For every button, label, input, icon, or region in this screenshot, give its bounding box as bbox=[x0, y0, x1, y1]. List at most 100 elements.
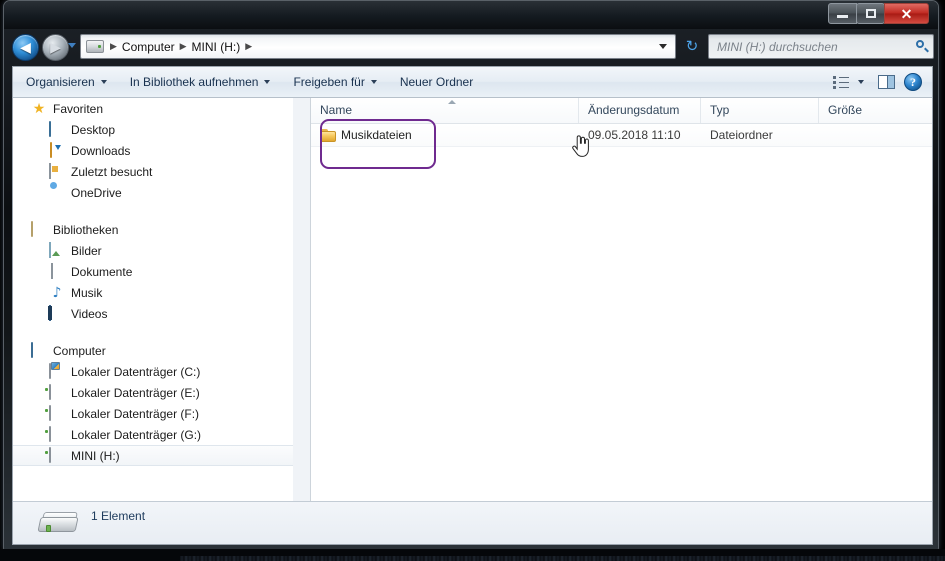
column-header-groesse[interactable]: Größe bbox=[819, 98, 929, 123]
toolbar-label: Neuer Ordner bbox=[399, 75, 474, 89]
folder-icon bbox=[320, 128, 336, 142]
client-area: Organisieren In Bibliothek aufnehmen Fre… bbox=[12, 66, 933, 545]
table-row[interactable]: Musikdateien 09.05.2018 11:10 Dateiordne… bbox=[311, 124, 932, 147]
minimize-icon bbox=[837, 15, 848, 18]
sidebar-item-drive-g[interactable]: Lokaler Datenträger (G:) bbox=[13, 424, 293, 445]
sort-ascending-icon bbox=[448, 100, 456, 104]
sidebar-item-label: Lokaler Datenträger (C:) bbox=[71, 364, 201, 379]
toolbar-item-in-bibliothek-aufnehmen[interactable]: In Bibliothek aufnehmen bbox=[120, 69, 281, 95]
sidebar-item-mini-h[interactable]: MINI (H:) bbox=[13, 445, 293, 466]
sidebar-group-label: Favoriten bbox=[53, 101, 104, 116]
chevron-down-icon bbox=[264, 80, 271, 84]
status-item-count: 1 Element bbox=[91, 508, 146, 523]
sidebar-group-favoriten[interactable]: ★ Favoriten bbox=[13, 98, 293, 119]
drive-icon bbox=[86, 40, 104, 53]
explorer-window: ✕ ◀ ▶ ▶ Computer ▶ MINI (H:) ▶ ↻ MINI (H… bbox=[3, 0, 939, 552]
music-icon: ♪ bbox=[52, 284, 62, 301]
help-icon[interactable]: ? bbox=[904, 73, 922, 91]
search-input[interactable]: MINI (H:) durchsuchen bbox=[708, 34, 934, 59]
minimize-button[interactable] bbox=[828, 3, 857, 24]
close-button[interactable]: ✕ bbox=[884, 3, 929, 24]
sidebar-item-label: Bilder bbox=[71, 243, 102, 258]
toolbar-item-neuer-ordner[interactable]: Neuer Ordner bbox=[390, 69, 483, 95]
sidebar-item-label: Downloads bbox=[71, 143, 131, 158]
sidebar-item-bilder[interactable]: Bilder bbox=[13, 240, 293, 261]
file-name-label: Musikdateien bbox=[341, 128, 412, 142]
view-mode-chevron-down-icon[interactable] bbox=[858, 80, 864, 84]
column-header-aenderungsdatum[interactable]: Änderungsdatum bbox=[579, 98, 701, 123]
maximize-icon bbox=[865, 9, 876, 18]
drive-icon bbox=[49, 425, 65, 443]
library-icon bbox=[31, 220, 47, 238]
toolbar-right-group: ? bbox=[833, 73, 932, 91]
address-dropdown-icon[interactable] bbox=[659, 44, 667, 49]
file-type-label: Dateiordner bbox=[710, 128, 773, 142]
status-bar: 1 Element bbox=[13, 501, 932, 544]
toolbar-item-organisieren[interactable]: Organisieren bbox=[16, 69, 117, 95]
breadcrumb-separator-icon[interactable]: ▶ bbox=[107, 42, 120, 52]
sidebar-item-onedrive[interactable]: OneDrive bbox=[13, 182, 293, 203]
breadcrumb-separator-icon[interactable]: ▶ bbox=[177, 42, 190, 52]
back-button[interactable]: ◀ bbox=[12, 34, 39, 61]
sidebar-item-dokumente[interactable]: Dokumente bbox=[13, 261, 293, 282]
chevron-down-icon bbox=[100, 80, 107, 84]
view-mode-icon[interactable] bbox=[833, 75, 850, 89]
file-name-cell[interactable]: Musikdateien bbox=[311, 128, 579, 142]
toolbar-label: In Bibliothek aufnehmen bbox=[129, 75, 259, 89]
toolbar-item-freigeben-fuer[interactable]: Freigeben für bbox=[283, 69, 386, 95]
column-label: Typ bbox=[710, 103, 730, 117]
column-header-typ[interactable]: Typ bbox=[701, 98, 819, 123]
sidebar-item-drive-f[interactable]: Lokaler Datenträger (F:) bbox=[13, 403, 293, 424]
hand-pointer-cursor bbox=[570, 134, 590, 158]
breadcrumb-computer[interactable]: Computer bbox=[120, 40, 177, 54]
sidebar-group-label: Bibliotheken bbox=[53, 222, 119, 237]
breadcrumb-mini-h[interactable]: MINI (H:) bbox=[190, 40, 243, 54]
sidebar-item-musik[interactable]: ♪ Musik bbox=[13, 282, 293, 303]
recent-icon bbox=[49, 162, 65, 180]
command-toolbar: Organisieren In Bibliothek aufnehmen Fre… bbox=[13, 67, 932, 98]
sidebar-item-videos[interactable]: Videos bbox=[13, 303, 293, 324]
column-label: Name bbox=[320, 103, 353, 117]
sidebar-group-bibliotheken[interactable]: Bibliotheken bbox=[13, 219, 293, 240]
column-header-name[interactable]: Name bbox=[311, 98, 579, 123]
sidebar-item-downloads[interactable]: Downloads bbox=[13, 140, 293, 161]
column-label: Änderungsdatum bbox=[588, 103, 680, 117]
forward-button[interactable]: ▶ bbox=[42, 34, 69, 61]
drive-icon bbox=[49, 383, 65, 401]
maximize-button[interactable] bbox=[856, 3, 885, 24]
navigation-pane[interactable]: ★ Favoriten Desktop Downloads Zuletzt be… bbox=[13, 98, 293, 501]
recent-locations-chevron-icon[interactable] bbox=[68, 43, 76, 48]
computer-icon bbox=[31, 341, 47, 359]
close-icon: ✕ bbox=[900, 5, 913, 22]
videos-icon bbox=[49, 304, 65, 322]
address-bar[interactable]: ▶ Computer ▶ MINI (H:) ▶ bbox=[80, 34, 676, 59]
sidebar-item-drive-c[interactable]: Lokaler Datenträger (C:) bbox=[13, 361, 293, 382]
drive-icon bbox=[37, 510, 79, 536]
file-modified-label: 09.05.2018 11:10 bbox=[588, 128, 681, 142]
refresh-button[interactable]: ↻ bbox=[680, 34, 704, 59]
preview-pane-icon[interactable] bbox=[878, 75, 895, 89]
sidebar-item-desktop[interactable]: Desktop bbox=[13, 119, 293, 140]
sidebar-item-label: Videos bbox=[71, 306, 108, 321]
taskbar-sliver bbox=[180, 556, 945, 561]
sidebar-group-computer[interactable]: Computer bbox=[13, 340, 293, 361]
file-modified-cell: 09.05.2018 11:10 bbox=[579, 128, 701, 142]
window-controls: ✕ bbox=[828, 3, 929, 24]
breadcrumb-separator-icon[interactable]: ▶ bbox=[242, 42, 255, 52]
file-list-pane[interactable]: Name Änderungsdatum Typ Größe Musikdatei… bbox=[310, 98, 932, 501]
chevron-down-icon bbox=[370, 80, 377, 84]
address-row: ◀ ▶ ▶ Computer ▶ MINI (H:) ▶ ↻ MINI (H:)… bbox=[4, 29, 938, 65]
sidebar-item-label: Lokaler Datenträger (G:) bbox=[71, 427, 202, 442]
sidebar-item-label: Musik bbox=[71, 285, 103, 300]
back-arrow-icon: ◀ bbox=[20, 39, 31, 56]
refresh-icon: ↻ bbox=[685, 37, 699, 55]
system-drive-icon bbox=[49, 362, 65, 380]
sidebar-item-drive-e[interactable]: Lokaler Datenträger (E:) bbox=[13, 382, 293, 403]
search-icon bbox=[915, 39, 929, 54]
sidebar-item-label: Dokumente bbox=[71, 264, 133, 279]
drive-icon bbox=[49, 446, 65, 464]
sidebar-item-label: OneDrive bbox=[71, 185, 122, 200]
sidebar-item-zuletzt-besucht[interactable]: Zuletzt besucht bbox=[13, 161, 293, 182]
sidebar-item-label: Zuletzt besucht bbox=[71, 164, 153, 179]
